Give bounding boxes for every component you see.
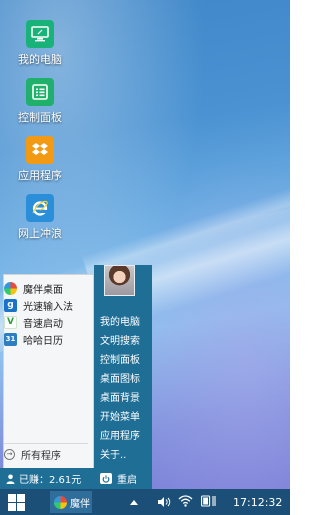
start-app-label: 哈哈日历: [23, 335, 63, 347]
v-launch-icon: V: [4, 315, 17, 329]
power-icon: [100, 473, 112, 484]
user-avatar[interactable]: [104, 265, 135, 296]
control-panel-icon: [26, 78, 54, 106]
all-programs-button[interactable]: → 所有程序: [4, 446, 61, 462]
restart-label: 重启: [117, 475, 137, 486]
all-programs-label: 所有程序: [21, 450, 61, 462]
earnings-display: 已赚：2.61元: [6, 471, 81, 486]
restart-button[interactable]: 重启: [100, 471, 137, 486]
start-app-label: 音速启动: [23, 318, 63, 330]
computer-icon: [26, 20, 54, 48]
menu-link-start-menu[interactable]: 开始菜单: [100, 408, 140, 423]
start-app-label: 魔伴桌面: [23, 284, 63, 296]
desktop-icon-applications[interactable]: 应用程序: [0, 136, 80, 183]
desktop-icon-control-panel[interactable]: 控制面板: [0, 78, 80, 125]
pinwheel-icon: [4, 281, 17, 295]
calendar-icon: 31: [4, 332, 17, 346]
menu-link-my-computer[interactable]: 我的电脑: [100, 313, 140, 328]
g-input-icon: g: [4, 298, 17, 312]
user-icon: [6, 474, 15, 484]
menu-divider: [4, 443, 88, 444]
menu-link-search[interactable]: 文明搜索: [100, 332, 140, 347]
taskbar-app-button[interactable]: 魔伴: [50, 491, 92, 513]
menu-link-desktop-icons[interactable]: 桌面图标: [100, 370, 140, 385]
taskbar-app-label: 魔伴: [70, 498, 90, 510]
wifi-icon[interactable]: [178, 495, 193, 510]
start-app-label: 光速输入法: [23, 301, 73, 313]
menu-link-desktop-background[interactable]: 桌面背景: [100, 389, 140, 404]
dropbox-icon: [26, 136, 54, 164]
windows-start-icon[interactable]: [8, 494, 25, 511]
arrow-right-circle-icon: →: [4, 448, 15, 460]
desktop-icon-my-computer[interactable]: 我的电脑: [0, 20, 80, 67]
start-app-item[interactable]: V 音速启动: [4, 313, 63, 331]
pinwheel-icon: [54, 495, 67, 509]
start-app-item[interactable]: 魔伴桌面: [4, 279, 63, 297]
taskbar-clock[interactable]: 17:12:32: [233, 496, 282, 509]
desktop-icon-label: 我的电脑: [18, 53, 62, 66]
menu-link-applications[interactable]: 应用程序: [100, 427, 140, 442]
menu-link-control-panel[interactable]: 控制面板: [100, 351, 140, 366]
start-app-item[interactable]: 31 哈哈日历: [4, 330, 63, 348]
desktop-icon-web-browser[interactable]: 网上冲浪: [0, 194, 80, 241]
desktop-icon-label: 应用程序: [18, 169, 62, 182]
desktop-icon-label: 网上冲浪: [18, 227, 62, 240]
battery-icon[interactable]: [201, 495, 217, 510]
desktop-icon-label: 控制面板: [18, 111, 62, 124]
chevron-up-icon[interactable]: [130, 497, 138, 508]
ie-browser-icon: [26, 194, 54, 222]
start-app-item[interactable]: g 光速输入法: [4, 296, 73, 314]
menu-link-about[interactable]: 关于..: [100, 446, 126, 461]
earnings-label: 已赚：2.61元: [19, 475, 82, 486]
volume-icon[interactable]: [157, 496, 171, 511]
